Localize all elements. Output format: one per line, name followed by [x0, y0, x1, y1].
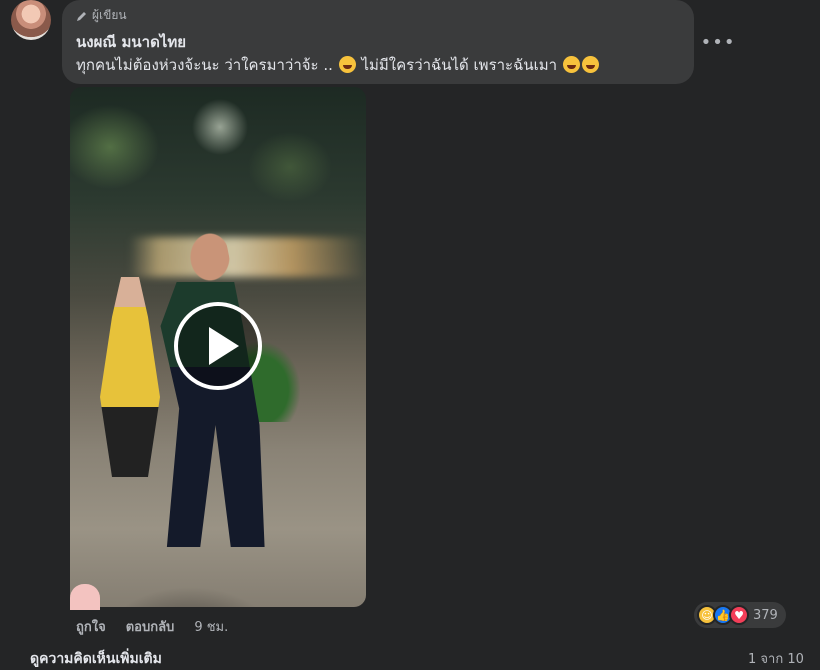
grinning-emoji-icon	[581, 56, 599, 73]
comment-text-part1: ทุกคนไม่ต้องห่วงจ้ะนะ ว่าใครมาว่าจ้ะ ..	[76, 56, 333, 74]
comment-timestamp[interactable]: 9 ชม.	[194, 616, 228, 637]
comment-pagination: 1 จาก 10	[748, 652, 804, 667]
play-button[interactable]	[174, 302, 262, 390]
comment-video[interactable]	[70, 87, 366, 607]
pencil-icon	[77, 11, 86, 21]
commenter-avatar[interactable]	[11, 0, 51, 40]
reply-link[interactable]: ตอบกลับ	[126, 616, 175, 637]
view-more-comments-link[interactable]: ดูความคิดเห็นเพิ่มเติม	[30, 648, 230, 670]
more-options-button[interactable]: •••	[701, 28, 735, 56]
reaction-count: 379	[753, 607, 778, 623]
comment-bubble: ผู้เขียน นงผณี มนาดไทย ทุกคนไม่ต้องห่วงจ…	[62, 0, 694, 84]
rofl-emoji-icon	[562, 56, 580, 73]
author-name[interactable]: นงผณี มนาดไทย	[76, 30, 186, 54]
comment-text: ทุกคนไม่ต้องห่วงจ้ะนะ ว่าใครมาว่าจ้ะ .. …	[76, 53, 600, 77]
video-bystander	[100, 277, 160, 477]
like-link[interactable]: ถูกใจ	[76, 616, 106, 637]
reactions-summary[interactable]: ☺ 👍 ♥ 379	[694, 602, 786, 628]
author-badge-label: ผู้เขียน	[92, 8, 127, 22]
author-badge: ผู้เขียน	[76, 6, 127, 25]
comment-actions: ถูกใจ ตอบกลับ 9 ชม.	[76, 616, 228, 637]
love-icon: ♥	[729, 605, 749, 625]
play-icon	[209, 327, 239, 365]
rofl-emoji-icon	[338, 56, 356, 73]
sticker-peek	[70, 584, 100, 610]
comment-text-part2: ไม่มีใครว่าฉันได้ เพราะฉันเมา	[361, 56, 558, 74]
